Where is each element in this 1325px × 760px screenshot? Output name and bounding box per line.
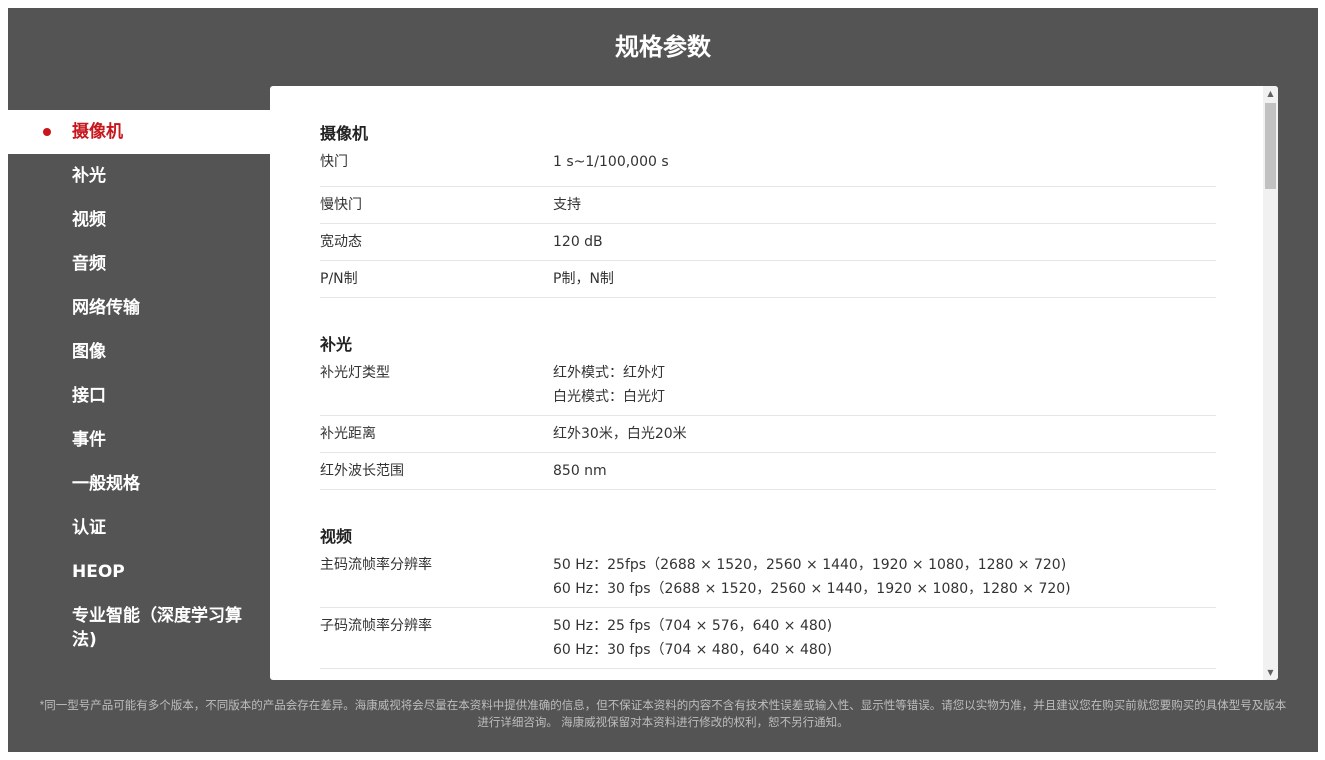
spec-label: 快门 [320,154,348,170]
spec-label: 红外波长范围 [320,463,404,479]
sidebar-item-label: 接口 [72,386,106,406]
spec-row: 子码流帧率分辨率 50 Hz：25 fps（704 × 576，640 × 48… [320,608,1216,669]
sidebar-item-label: 网络传输 [72,298,140,318]
spec-row: 红外波长范围 850 nm [320,453,1216,490]
spec-row: 慢快门 支持 [320,187,1216,224]
sidebar: 摄像机 补光 视频 音频 网络传输 图像 接口 事件 一般规格 认证 HEOP … [8,110,270,660]
sidebar-item-event[interactable]: 事件 [8,418,270,462]
sidebar-item-fill-light[interactable]: 补光 [8,154,270,198]
sidebar-item-label: 图像 [72,342,106,362]
disclaimer-line: *同一型号产品可能有多个版本，不同版本的产品会存在差异。海康威视将会尽量在本资料… [39,700,1287,712]
spec-value-line: P制，N制 [553,271,614,287]
spec-label: 慢快门 [320,197,362,213]
spec-value: 50 Hz：25fps（2688 × 1520，2560 × 1440，1920… [553,553,1216,607]
scrollbar-thumb[interactable] [1265,103,1276,189]
spec-row: 快门 1 s~1/100,000 s [320,150,1216,187]
sidebar-item-label: 视频 [72,210,106,230]
spec-value: 红外30米，白光20米 [553,422,1216,452]
sidebar-item-label: 事件 [72,430,106,450]
sidebar-item-video[interactable]: 视频 [8,198,270,242]
spec-label: P/N制 [320,271,358,287]
section-title: 视频 [320,527,353,546]
section-title: 补光 [320,335,353,354]
sidebar-item-camera[interactable]: 摄像机 [8,110,270,154]
sidebar-item-label: 补光 [72,166,106,186]
spec-label: 补光距离 [320,426,376,442]
sidebar-item-network[interactable]: 网络传输 [8,286,270,330]
spec-label: 主码流帧率分辨率 [320,557,432,573]
spec-value-line: 1 s~1/100,000 s [553,154,669,170]
sidebar-item-interface[interactable]: 接口 [8,374,270,418]
sidebar-item-general[interactable]: 一般规格 [8,462,270,506]
sidebar-item-label: 认证 [72,518,106,538]
spec-value-line: 850 nm [553,463,607,479]
spec-value: 120 dB [553,230,1216,260]
spec-content-panel[interactable]: 摄像机 快门 1 s~1/100,000 s 慢快门 支持 宽动态 120 dB… [270,86,1278,680]
spec-label: 宽动态 [320,234,362,250]
spec-value: 支持 [553,193,1216,223]
spec-row: 宽动态 120 dB [320,224,1216,261]
spec-value-line: 支持 [553,197,581,213]
page-title: 规格参数 [615,33,711,61]
disclaimer-footer: *同一型号产品可能有多个版本，不同版本的产品会存在差异。海康威视将会尽量在本资料… [8,698,1318,732]
spec-value-line: 60 Hz：30 fps（704 × 480，640 × 480) [553,642,833,658]
sidebar-item-heop[interactable]: HEOP [8,550,270,594]
spec-content: 摄像机 快门 1 s~1/100,000 s 慢快门 支持 宽动态 120 dB… [320,86,1216,669]
spec-value-line: 60 Hz：30 fps（2688 × 1520，2560 × 1440，192… [553,581,1071,597]
spec-label: 子码流帧率分辨率 [320,618,432,634]
spec-value-line: 50 Hz：25 fps（704 × 576，640 × 480) [553,618,833,634]
sidebar-item-deep-learning[interactable]: 专业智能（深度学习算法) [8,594,270,660]
spec-value-line: 120 dB [553,234,603,250]
spec-frame: 规格参数 摄像机 补光 视频 音频 网络传输 图像 接口 事件 一般规格 认证 … [8,8,1318,752]
scroll-up-arrow-icon[interactable]: ▲ [1263,86,1278,101]
sidebar-item-label: HEOP [72,562,125,582]
section-title: 摄像机 [320,124,369,143]
sidebar-item-label: 专业智能（深度学习算法) [72,606,242,650]
sidebar-item-label: 摄像机 [72,122,123,142]
spec-value-line: 白光模式：白光灯 [553,389,665,405]
sidebar-item-audio[interactable]: 音频 [8,242,270,286]
disclaimer-line: 进行详细咨询。 海康威视保留对本资料进行修改的权利，恕不另行通知。 [477,717,849,729]
sidebar-item-label: 一般规格 [72,474,140,494]
spec-value: 1 s~1/100,000 s [553,150,1216,186]
spec-value-line: 红外模式：红外灯 [553,365,665,381]
spec-row: P/N制 P制，N制 [320,261,1216,298]
vertical-scrollbar[interactable]: ▲ ▼ [1263,86,1278,680]
sidebar-item-label: 音频 [72,254,106,274]
spec-value: 50 Hz：25 fps（704 × 576，640 × 480) 60 Hz：… [553,614,1216,668]
spec-value-line: 红外30米，白光20米 [553,426,687,442]
spec-value: 红外模式：红外灯 白光模式：白光灯 [553,361,1216,415]
spec-value-line: 50 Hz：25fps（2688 × 1520，2560 × 1440，1920… [553,557,1067,573]
sidebar-item-image[interactable]: 图像 [8,330,270,374]
active-dot-icon [43,128,51,136]
spec-row: 补光灯类型 红外模式：红外灯 白光模式：白光灯 [320,361,1216,416]
sidebar-item-certification[interactable]: 认证 [8,506,270,550]
scroll-down-arrow-icon[interactable]: ▼ [1263,665,1278,680]
spec-row: 补光距离 红外30米，白光20米 [320,416,1216,453]
spec-label: 补光灯类型 [320,365,390,381]
spec-value: P制，N制 [553,267,1216,297]
spec-row: 主码流帧率分辨率 50 Hz：25fps（2688 × 1520，2560 × … [320,553,1216,608]
spec-value: 850 nm [553,459,1216,489]
